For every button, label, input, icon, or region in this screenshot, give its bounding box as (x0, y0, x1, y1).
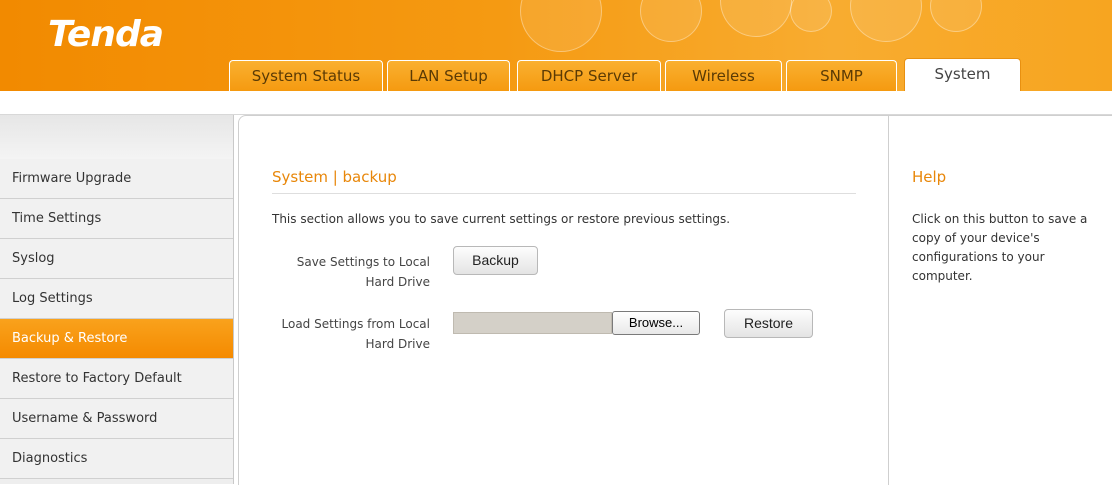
sidebar-divider (233, 115, 234, 484)
save-settings-label: Save Settings to Local Hard Drive (262, 252, 430, 292)
sidebar-item-backup-restore[interactable]: Backup & Restore (0, 319, 233, 359)
file-path-input[interactable] (453, 312, 612, 334)
help-text: Click on this button to save a copy of y… (912, 212, 1088, 283)
sidebar-item-username-password[interactable]: Username & Password (0, 399, 233, 439)
decor-bubble (520, 0, 602, 52)
sidebar-item-firmware-upgrade[interactable]: Firmware Upgrade (0, 159, 233, 199)
tab-snmp[interactable]: SNMP (786, 60, 897, 91)
browse-button[interactable]: Browse... (612, 311, 700, 335)
sidebar-item-diagnostics[interactable]: Diagnostics (0, 439, 233, 479)
load-settings-label: Load Settings from Local Hard Drive (262, 314, 430, 354)
sidebar-item-time-settings[interactable]: Time Settings (0, 199, 233, 239)
sidebar-header (0, 115, 233, 160)
decor-bubble (720, 0, 792, 37)
decor-bubble (930, 0, 982, 32)
decor-bubble (640, 0, 702, 42)
decor-bubble (850, 0, 922, 42)
tab-system[interactable]: System (904, 58, 1021, 91)
load-settings-label-line2: Hard Drive (365, 337, 430, 351)
sidebar-item-syslog[interactable]: Syslog (0, 239, 233, 279)
help-title: Help (912, 168, 947, 186)
save-settings-label-line2: Hard Drive (365, 275, 430, 289)
tab-wireless[interactable]: Wireless (665, 60, 782, 91)
save-settings-label-line1: Save Settings to Local (296, 255, 430, 269)
backup-button[interactable]: Backup (453, 246, 538, 275)
tab-lan-setup[interactable]: LAN Setup (387, 60, 510, 91)
sidebar-item-log-settings[interactable]: Log Settings (0, 279, 233, 319)
header-banner: Tenda System Status LAN Setup DHCP Serve… (0, 0, 1112, 91)
load-settings-label-line1: Load Settings from Local (281, 317, 430, 331)
sub-bar (0, 91, 1112, 115)
tenda-logo: Tenda (48, 14, 164, 55)
decor-bubble (790, 0, 832, 32)
sidebar: Firmware Upgrade Time Settings Syslog Lo… (0, 115, 233, 484)
section-description: This section allows you to save current … (272, 212, 731, 226)
sidebar-item-factory-default[interactable]: Restore to Factory Default (0, 359, 233, 399)
tab-system-status[interactable]: System Status (229, 60, 383, 91)
restore-button[interactable]: Restore (724, 309, 813, 338)
tab-dhcp-server[interactable]: DHCP Server (517, 60, 661, 91)
title-divider (272, 193, 856, 194)
page-title: System | backup (272, 168, 397, 186)
